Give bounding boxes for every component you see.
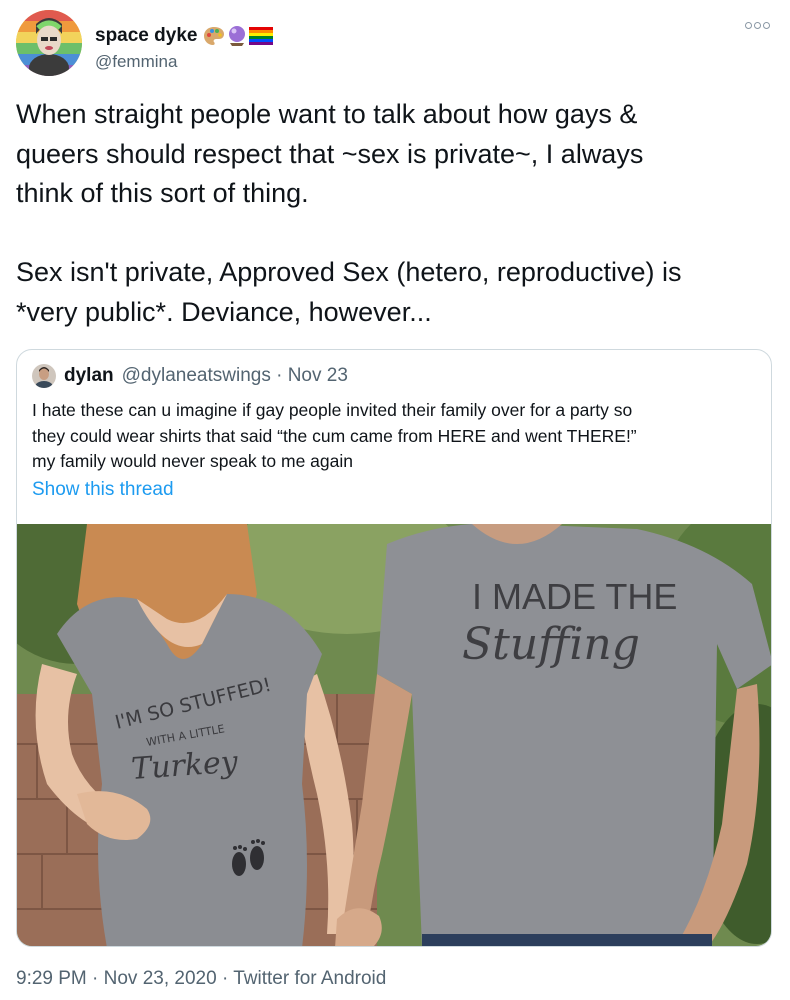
show-thread-link[interactable]: Show this thread	[32, 479, 174, 501]
quoted-author-avatar	[32, 364, 56, 388]
right-shirt-line1: I MADE THE	[472, 576, 677, 617]
quoted-author-name: dylan	[64, 365, 114, 386]
rainbow-flag-icon	[249, 27, 274, 45]
quoted-tweet-photo[interactable]: I'M SO STUFFED! WITH A LITTLE Turkey I M…	[17, 494, 771, 946]
crystal-ball-icon	[229, 26, 246, 46]
quoted-tweet[interactable]: dylan @dylaneatswings · Nov 23 I hate th…	[16, 349, 772, 947]
author-display-name[interactable]: space dyke	[95, 25, 197, 47]
author-name-row: space dyke	[95, 25, 274, 47]
artist-palette-icon	[204, 27, 225, 45]
quoted-tweet-text: I hate these can u imagine if gay people…	[32, 400, 637, 471]
author-avatar[interactable]	[16, 10, 82, 76]
tweet-header: space dyke @femmina	[16, 10, 776, 76]
left-shirt-line3: Turkey	[130, 745, 240, 787]
author-emojis	[203, 25, 274, 47]
tweet-text: When straight people want to talk about …	[16, 99, 682, 327]
more-dot	[763, 22, 770, 29]
quoted-tweet-header: dylan @dylaneatswings · Nov 23	[32, 364, 348, 388]
tweet-timestamp-source[interactable]: 9:29 PM · Nov 23, 2020 · Twitter for And…	[16, 968, 386, 990]
more-options-icon[interactable]	[745, 22, 770, 29]
author-handle[interactable]: @femmina	[95, 52, 177, 72]
quoted-author-handle-date: @dylaneatswings · Nov 23	[121, 365, 348, 386]
right-shirt-line2: Stuffing	[462, 619, 640, 670]
more-dot	[745, 22, 752, 29]
more-dot	[754, 22, 761, 29]
